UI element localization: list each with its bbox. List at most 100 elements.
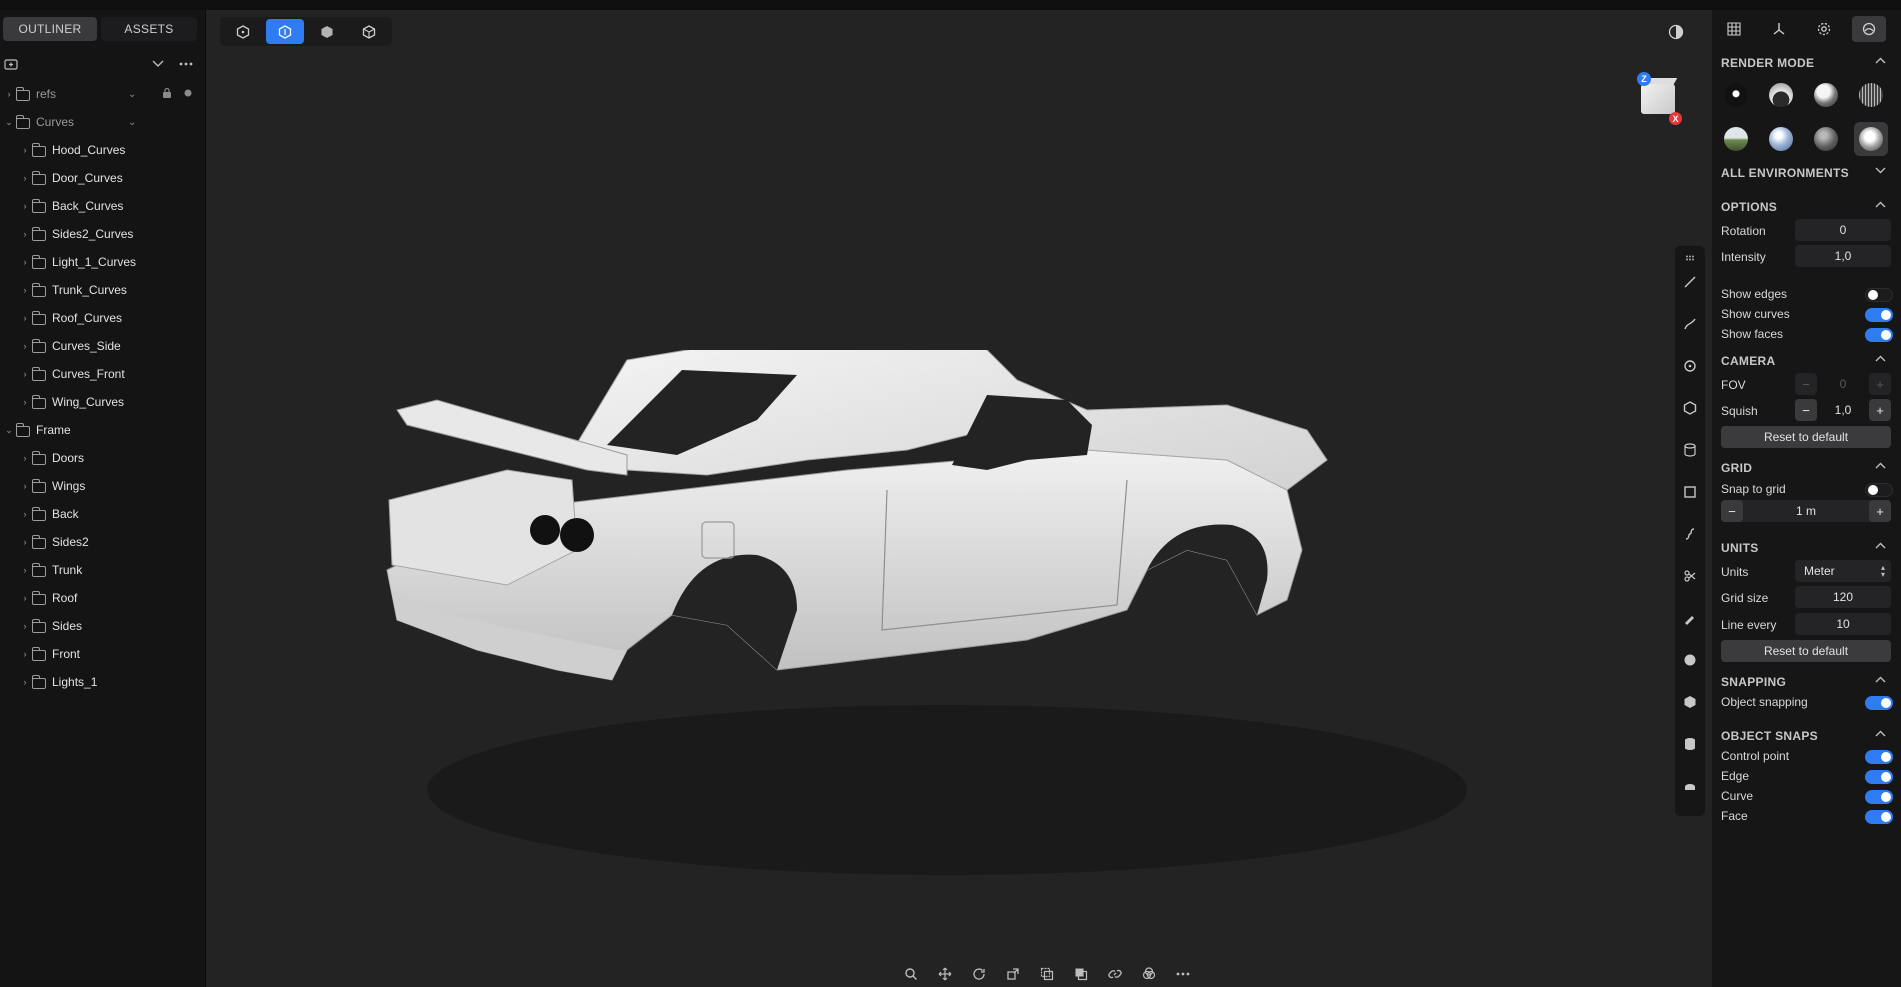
new-folder-icon[interactable] xyxy=(3,56,19,72)
environment-toggle-icon[interactable] xyxy=(1662,20,1690,44)
camera-reset-button[interactable]: Reset to default xyxy=(1721,426,1891,448)
fov-decrement-button[interactable]: − xyxy=(1795,373,1817,395)
tree-item[interactable]: › Lights_1 xyxy=(0,668,205,696)
tree-item[interactable]: › Sides2 xyxy=(0,528,205,556)
panel-tab-axes[interactable] xyxy=(1762,16,1796,42)
chevron-down-icon[interactable]: ⌄ xyxy=(4,425,14,436)
object-snap-toggle[interactable] xyxy=(1865,770,1893,784)
loft-icon[interactable] xyxy=(1682,442,1698,458)
show-edges-toggle[interactable] xyxy=(1865,288,1893,302)
chevron-down-icon[interactable]: ⌄ xyxy=(4,117,14,128)
tree-item[interactable]: › Back xyxy=(0,500,205,528)
duplicate-icon[interactable] xyxy=(1035,962,1059,986)
spline-icon[interactable] xyxy=(1682,526,1698,542)
lock-icon[interactable] xyxy=(162,87,172,102)
chevron-up-icon[interactable] xyxy=(1875,541,1886,552)
curve-icon[interactable] xyxy=(1682,316,1698,332)
tab-outliner[interactable]: OUTLINER xyxy=(3,17,97,41)
tree-item[interactable]: › Curves_Side xyxy=(0,332,205,360)
all-environments-title[interactable]: ALL ENVIRONMENTS xyxy=(1721,166,1849,180)
cube-mode-button[interactable] xyxy=(350,19,388,44)
tree-item[interactable]: › Front xyxy=(0,640,205,668)
object-snap-toggle[interactable] xyxy=(1865,790,1893,804)
chevron-down-icon[interactable]: ⌄ xyxy=(128,117,136,128)
chevron-right-icon[interactable]: › xyxy=(20,313,30,323)
units-select[interactable]: Meter ▴ ▾ xyxy=(1795,560,1891,582)
tree-item[interactable]: › Roof_Curves xyxy=(0,304,205,332)
chevron-right-icon[interactable]: › xyxy=(20,621,30,631)
panel-tab-settings[interactable] xyxy=(1807,16,1841,42)
tab-assets[interactable]: ASSETS xyxy=(101,17,197,41)
polygon-icon[interactable] xyxy=(1682,400,1698,416)
snap-to-grid-toggle[interactable] xyxy=(1865,483,1893,497)
fov-value[interactable]: 0 xyxy=(1817,377,1869,391)
chevron-right-icon[interactable]: › xyxy=(20,257,30,267)
car-body-model[interactable] xyxy=(327,350,1527,910)
more-icon[interactable] xyxy=(1171,962,1195,986)
tree-item[interactable]: › Roof xyxy=(0,584,205,612)
chevron-right-icon[interactable]: › xyxy=(20,173,30,183)
chevron-up-icon[interactable] xyxy=(1875,675,1886,686)
chevron-up-icon[interactable] xyxy=(1875,729,1886,740)
chevron-right-icon[interactable]: › xyxy=(20,481,30,491)
boolean-icon[interactable] xyxy=(1137,962,1161,986)
grid-decrement-button[interactable]: − xyxy=(1721,500,1743,522)
chevron-right-icon[interactable]: › xyxy=(20,229,30,239)
render-mode-option[interactable] xyxy=(1854,78,1888,112)
grid-increment-button[interactable]: + xyxy=(1869,500,1891,522)
tree-item[interactable]: › Doors xyxy=(0,444,205,472)
render-mode-option[interactable] xyxy=(1809,78,1843,112)
tree-item[interactable]: › Back_Curves xyxy=(0,192,205,220)
chevron-right-icon[interactable]: › xyxy=(20,537,30,547)
tree-item[interactable]: › Sides xyxy=(0,612,205,640)
panel-tab-grid[interactable] xyxy=(1717,16,1751,42)
chevron-up-icon[interactable] xyxy=(1875,461,1886,472)
axis-z-badge[interactable]: Z xyxy=(1637,72,1651,86)
render-mode-option[interactable] xyxy=(1719,78,1753,112)
chevron-right-icon[interactable]: › xyxy=(20,397,30,407)
select-mode-button[interactable] xyxy=(224,19,262,44)
object-snap-toggle[interactable] xyxy=(1865,750,1893,764)
grid-size-input[interactable]: 120 xyxy=(1795,586,1891,608)
render-mode-option[interactable] xyxy=(1854,122,1888,156)
show-faces-toggle[interactable] xyxy=(1865,328,1893,342)
layer-icon[interactable] xyxy=(1069,962,1093,986)
rotate-icon[interactable] xyxy=(967,962,991,986)
rotation-input[interactable]: 0 xyxy=(1795,219,1891,241)
visibility-dot-icon[interactable] xyxy=(184,89,192,100)
object-snap-toggle[interactable] xyxy=(1865,810,1893,824)
render-mode-option[interactable] xyxy=(1809,122,1843,156)
chevron-right-icon[interactable]: › xyxy=(20,145,30,155)
zoom-icon[interactable] xyxy=(899,962,923,986)
tree-item[interactable]: › refs ⌄ xyxy=(0,80,205,108)
grid-size-value[interactable]: 1 m xyxy=(1743,504,1869,518)
tree-item[interactable]: › Curves_Front xyxy=(0,360,205,388)
object-snapping-toggle[interactable] xyxy=(1865,696,1893,710)
intensity-input[interactable]: 1,0 xyxy=(1795,245,1891,267)
chevron-down-icon[interactable] xyxy=(1875,166,1886,177)
tree-item[interactable]: › Door_Curves xyxy=(0,164,205,192)
chevron-down-icon[interactable]: ⌄ xyxy=(128,89,136,100)
units-reset-button[interactable]: Reset to default xyxy=(1721,640,1891,662)
line-icon[interactable] xyxy=(1682,274,1698,290)
trim-icon[interactable] xyxy=(1682,568,1698,584)
chevron-right-icon[interactable]: › xyxy=(20,593,30,603)
squish-value[interactable]: 1,0 xyxy=(1817,403,1869,417)
link-icon[interactable] xyxy=(1103,962,1127,986)
chevron-right-icon[interactable]: › xyxy=(20,341,30,351)
chevron-up-icon[interactable] xyxy=(1875,56,1886,67)
render-mode-option[interactable] xyxy=(1764,78,1798,112)
chevron-right-icon[interactable]: › xyxy=(20,369,30,379)
tree-item[interactable]: › Sides2_Curves xyxy=(0,220,205,248)
squish-increment-button[interactable]: + xyxy=(1869,399,1891,421)
chevron-right-icon[interactable]: › xyxy=(20,285,30,295)
circle-icon[interactable] xyxy=(1682,358,1698,374)
chevron-right-icon[interactable]: › xyxy=(20,677,30,687)
tree-item[interactable]: › Wings xyxy=(0,472,205,500)
render-mode-option[interactable] xyxy=(1719,122,1753,156)
chevron-right-icon[interactable]: › xyxy=(20,201,30,211)
move-icon[interactable] xyxy=(933,962,957,986)
panel-tab-render[interactable] xyxy=(1852,16,1886,42)
tree-item[interactable]: ⌄ Curves ⌄ xyxy=(0,108,205,136)
chevron-right-icon[interactable]: › xyxy=(4,89,14,99)
